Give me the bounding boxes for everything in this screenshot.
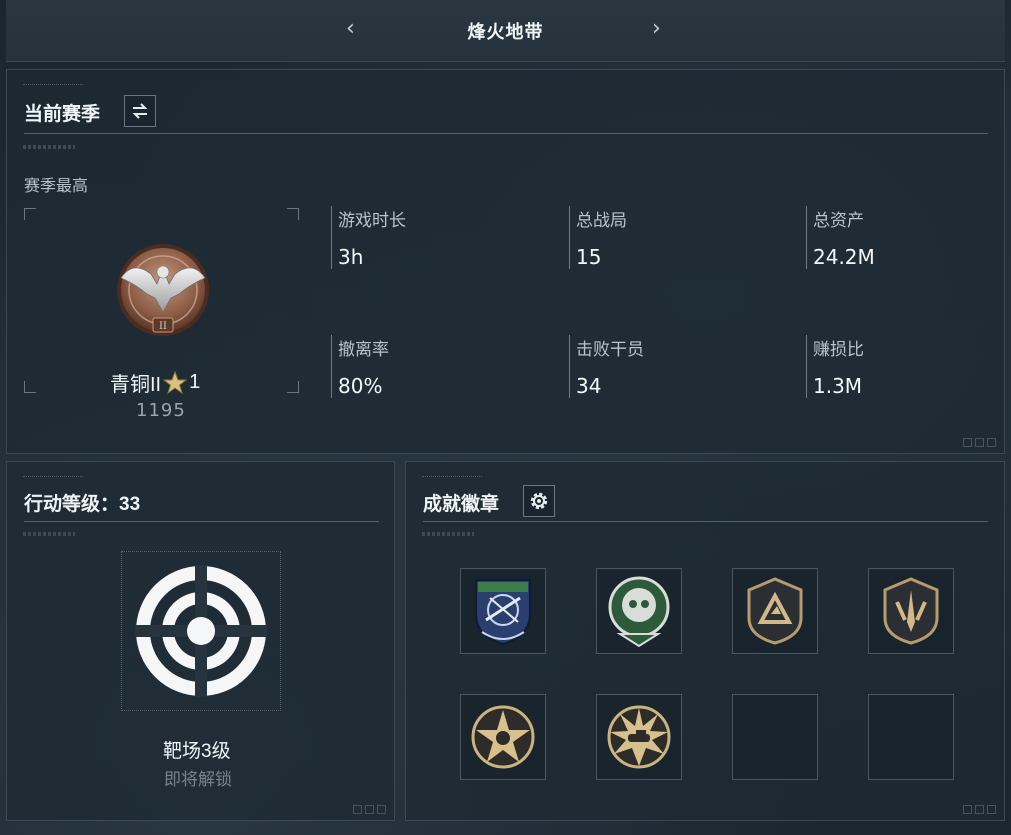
swap-icon	[132, 103, 148, 119]
season-panel: 当前赛季 赛季最高 II 青铜II 1 1195 游戏时长 3h 总战局 15 …	[6, 69, 1005, 454]
skull-badge-icon	[608, 576, 670, 648]
rank-name: 青铜II 1	[110, 368, 200, 397]
achievements-panel: 成就徽章	[405, 461, 1005, 821]
stat-operators-defeated: 击败干员 34	[569, 335, 644, 398]
next-mode-arrow[interactable]: ›	[652, 16, 661, 41]
panel-micro-bar	[23, 145, 75, 149]
achievements-settings-button[interactable]	[523, 485, 555, 517]
panel-micro-text	[23, 476, 83, 479]
badge-slot-6[interactable]	[596, 694, 682, 780]
target-range-icon[interactable]	[135, 565, 267, 697]
rank-score: 1195	[136, 400, 186, 421]
action-level-title: 行动等级：33	[24, 494, 141, 515]
frame-corner	[287, 208, 299, 220]
star-skull-medal-icon	[471, 705, 535, 769]
season-divider	[24, 133, 988, 134]
action-level-panel: 行动等级：33 靶场3级 即将解锁	[6, 461, 395, 821]
action-level-divider	[24, 521, 379, 522]
triangle-shield-badge-icon	[747, 577, 803, 645]
season-title: 当前赛季	[24, 104, 101, 125]
frame-corner	[287, 381, 299, 393]
season-best-label: 赛季最高	[24, 178, 89, 195]
dagger-shield-badge-icon	[883, 577, 939, 645]
svg-text:II: II	[159, 321, 167, 332]
panel-micro-bar	[422, 532, 474, 536]
panel-micro-text	[422, 476, 482, 479]
badge-slot-1[interactable]	[460, 568, 546, 654]
badge-slot-3[interactable]	[732, 568, 818, 654]
frame-corner	[24, 381, 36, 393]
mode-title: 烽火地带	[467, 22, 544, 42]
badge-slot-4[interactable]	[868, 568, 954, 654]
panel-corner-dots	[963, 438, 996, 447]
range-level-name: 靶场3级	[163, 741, 231, 762]
frame-corner	[24, 208, 36, 220]
panel-corner-dots	[963, 805, 996, 814]
star-tank-medal-icon	[607, 705, 671, 769]
achievements-title: 成就徽章	[423, 494, 500, 515]
gear-icon	[530, 492, 548, 510]
stat-total-assets: 总资产 24.2M	[806, 206, 875, 269]
star-icon	[163, 370, 188, 394]
achievements-divider	[423, 521, 988, 522]
stat-profit-loss-ratio: 赚损比 1.3M	[806, 335, 864, 398]
panel-micro-bar	[23, 532, 75, 536]
badge-slot-2[interactable]	[596, 568, 682, 654]
bronze-rank-emblem-icon: II	[117, 244, 209, 336]
badge-slot-8-empty[interactable]	[868, 694, 954, 780]
mode-selector-bar: ‹ 烽火地带 ›	[6, 0, 1005, 62]
rank-stars-count: 1	[189, 371, 201, 393]
stat-total-matches: 总战局 15	[569, 206, 627, 269]
badge-slot-5[interactable]	[460, 694, 546, 780]
panel-micro-text	[23, 84, 83, 87]
season-switch-button[interactable]	[124, 95, 156, 127]
stat-extraction-rate: 撤离率 80%	[331, 335, 389, 398]
panel-corner-dots	[353, 805, 386, 814]
range-unlock-status: 即将解锁	[164, 770, 232, 789]
stat-play-time: 游戏时长 3h	[331, 206, 406, 269]
rank-tier-label: 青铜II	[110, 374, 162, 396]
shield-rifle-badge-icon	[475, 579, 531, 646]
badge-slot-7-empty[interactable]	[732, 694, 818, 780]
